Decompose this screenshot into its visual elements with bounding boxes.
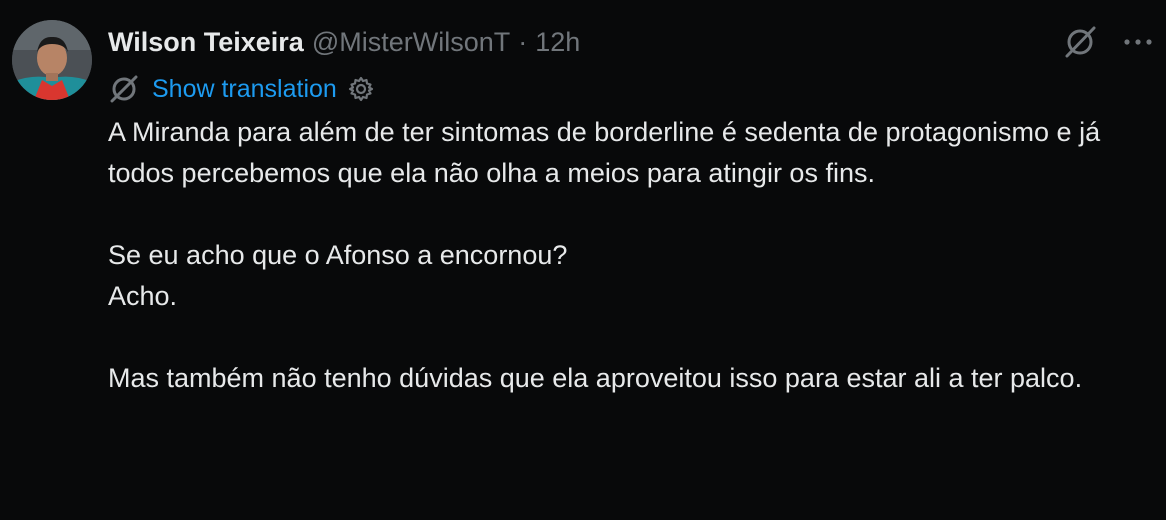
gear-icon[interactable] [347, 75, 375, 103]
author-name[interactable]: Wilson Teixeira [108, 27, 304, 58]
separator-dot: · [518, 26, 528, 57]
tweet-paragraph: A Miranda para além de ter sintomas de b… [108, 117, 1108, 188]
tweet-body: A Miranda para além de ter sintomas de b… [108, 112, 1148, 440]
translation-row: Show translation [108, 72, 375, 106]
tweet-actions [1062, 24, 1156, 60]
show-translation-link[interactable]: Show translation [152, 75, 337, 104]
avatar[interactable] [12, 20, 92, 100]
translate-globe-icon [108, 73, 140, 105]
tweet-paragraph: Mas também não tenho dúvidas que ela apr… [108, 363, 1083, 393]
tweet-paragraph: Se eu acho que o Afonso a encornou? Acho… [108, 240, 568, 311]
tweet-header: Wilson Teixeira @MisterWilsonT · 12h [108, 24, 580, 60]
more-button[interactable] [1120, 24, 1156, 60]
more-icon [1124, 39, 1152, 45]
grok-button[interactable] [1062, 24, 1098, 60]
tweet-card: Wilson Teixeira @MisterWilsonT · 12h Sho… [0, 0, 1166, 520]
grok-icon [1065, 26, 1096, 58]
author-handle[interactable]: @MisterWilsonT [312, 27, 510, 58]
timestamp[interactable]: 12h [535, 27, 580, 58]
avatar-photo [12, 20, 92, 100]
